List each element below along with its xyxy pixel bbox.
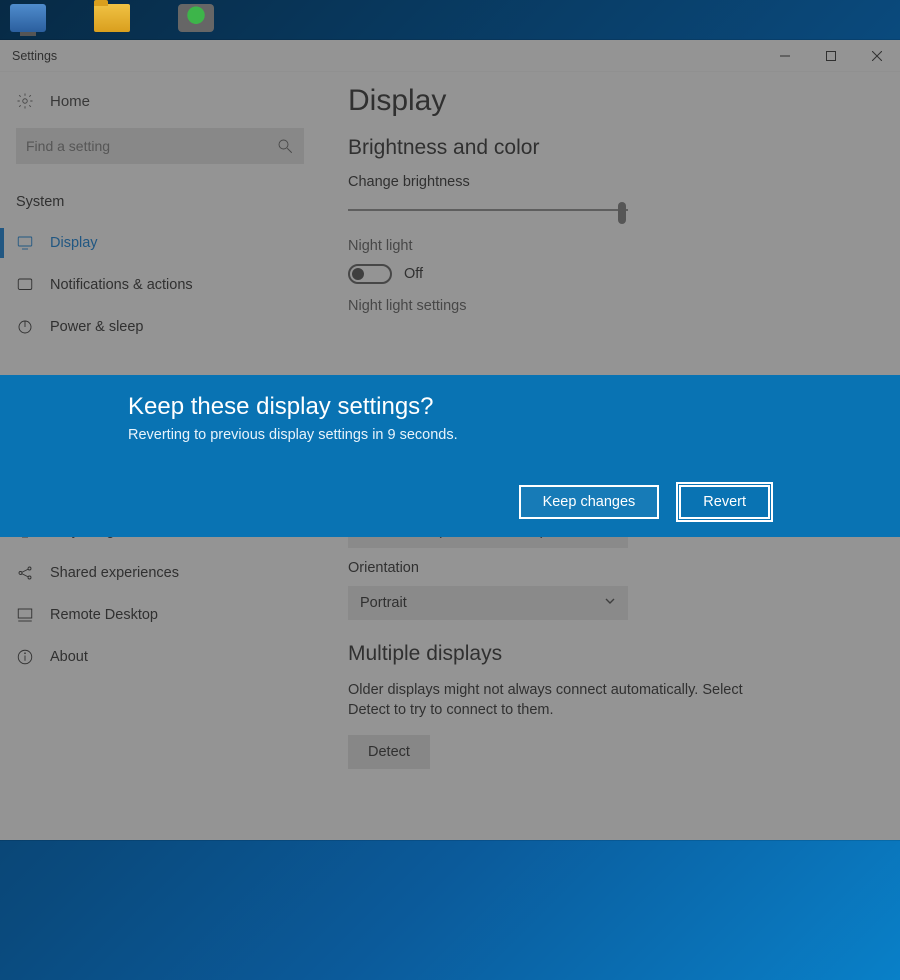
search-input[interactable] (16, 128, 304, 164)
maximize-button[interactable] (808, 40, 854, 72)
remote-icon (16, 606, 34, 624)
this-pc-icon[interactable] (10, 4, 46, 32)
folder-icon[interactable] (94, 4, 130, 32)
sidebar-item-shared[interactable]: Shared experiences (0, 552, 320, 594)
dialog-subtitle: Reverting to previous display settings i… (128, 427, 772, 443)
sidebar-item-about[interactable]: About (0, 636, 320, 678)
label-night-light: Night light (348, 238, 860, 254)
titlebar: Settings (0, 40, 900, 72)
sidebar-item-label: Notifications & actions (50, 277, 193, 293)
sidebar-item-display[interactable]: Display (0, 222, 320, 264)
orientation-dropdown[interactable]: Portrait (348, 586, 628, 620)
night-light-toggle[interactable] (348, 264, 392, 284)
sidebar-group-label: System (0, 190, 320, 222)
search-field[interactable] (26, 138, 276, 154)
slider-track (348, 209, 628, 211)
chevron-down-icon (604, 595, 616, 611)
sidebar-item-power[interactable]: Power & sleep (0, 306, 320, 348)
sidebar-item-label: Power & sleep (50, 319, 144, 335)
sidebar-item-notifications[interactable]: Notifications & actions (0, 264, 320, 306)
desktop-icons (10, 4, 214, 32)
idm-icon[interactable] (178, 4, 214, 32)
sidebar-item-label: Display (50, 235, 98, 251)
detect-button[interactable]: Detect (348, 735, 430, 769)
notifications-icon (16, 276, 34, 294)
section-multiple: Multiple displays (348, 642, 860, 666)
keep-changes-button[interactable]: Keep changes (519, 485, 660, 519)
window-title: Settings (12, 49, 57, 63)
display-icon (16, 234, 34, 252)
settings-window: Settings Home (0, 40, 900, 840)
night-light-state: Off (404, 266, 423, 282)
brightness-slider[interactable] (348, 200, 628, 220)
sidebar-home-label: Home (50, 93, 90, 110)
caption-buttons (762, 40, 900, 72)
page-title: Display (348, 84, 860, 118)
sidebar-home[interactable]: Home (0, 84, 320, 128)
sidebar-item-remote[interactable]: Remote Desktop (0, 594, 320, 636)
section-brightness: Brightness and color (348, 136, 860, 160)
shared-icon (16, 564, 34, 582)
search-icon (276, 137, 294, 155)
dialog-title: Keep these display settings? (128, 393, 772, 421)
minimize-button[interactable] (762, 40, 808, 72)
display-settings-dialog: Keep these display settings? Reverting t… (0, 375, 900, 537)
toggle-knob (352, 268, 364, 280)
multiple-displays-desc: Older displays might not always connect … (348, 680, 778, 721)
orientation-value: Portrait (360, 595, 407, 611)
revert-button[interactable]: Revert (679, 485, 770, 519)
gear-icon (16, 92, 34, 110)
power-icon (16, 318, 34, 336)
info-icon (16, 648, 34, 666)
close-button[interactable] (854, 40, 900, 72)
night-light-settings-link[interactable]: Night light settings (348, 298, 860, 314)
sidebar-item-label: Remote Desktop (50, 607, 158, 623)
sidebar-item-label: About (50, 649, 88, 665)
label-orientation: Orientation (348, 560, 860, 576)
slider-thumb[interactable] (618, 202, 626, 224)
sidebar-item-label: Shared experiences (50, 565, 179, 581)
label-change-brightness: Change brightness (348, 174, 860, 190)
